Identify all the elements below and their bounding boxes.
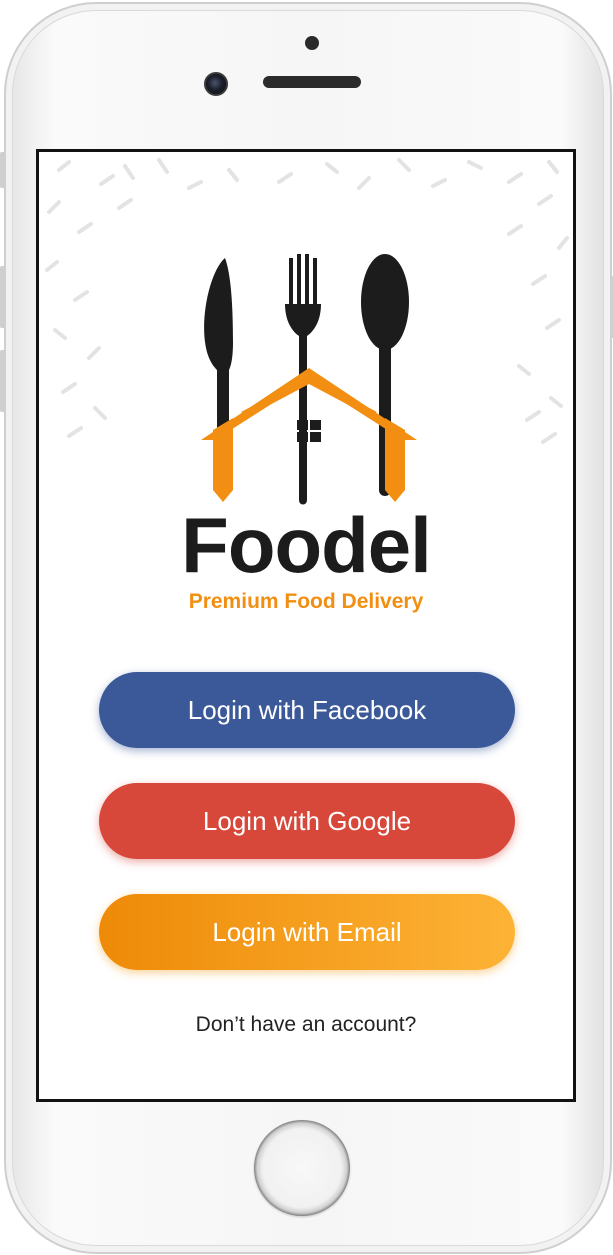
login-google-button[interactable]: Login with Google (99, 783, 515, 859)
brand-tagline: Premium Food Delivery (188, 590, 424, 613)
mute-switch (0, 152, 5, 188)
login-facebook-button[interactable]: Login with Facebook (99, 672, 515, 748)
foodel-logo (201, 254, 417, 505)
earpiece-speaker (263, 76, 361, 88)
front-camera (204, 72, 228, 96)
login-email-button[interactable]: Login with Email (99, 894, 515, 970)
brand-name: Foodel (181, 501, 432, 589)
app-screen: Foodel Premium Food Delivery Login with … (36, 149, 576, 1102)
proximity-sensor (305, 36, 319, 50)
signup-link[interactable]: Don’t have an account? (39, 1010, 573, 1040)
volume-up-button (0, 266, 5, 328)
home-button[interactable] (254, 1120, 350, 1216)
volume-down-button (0, 350, 5, 412)
